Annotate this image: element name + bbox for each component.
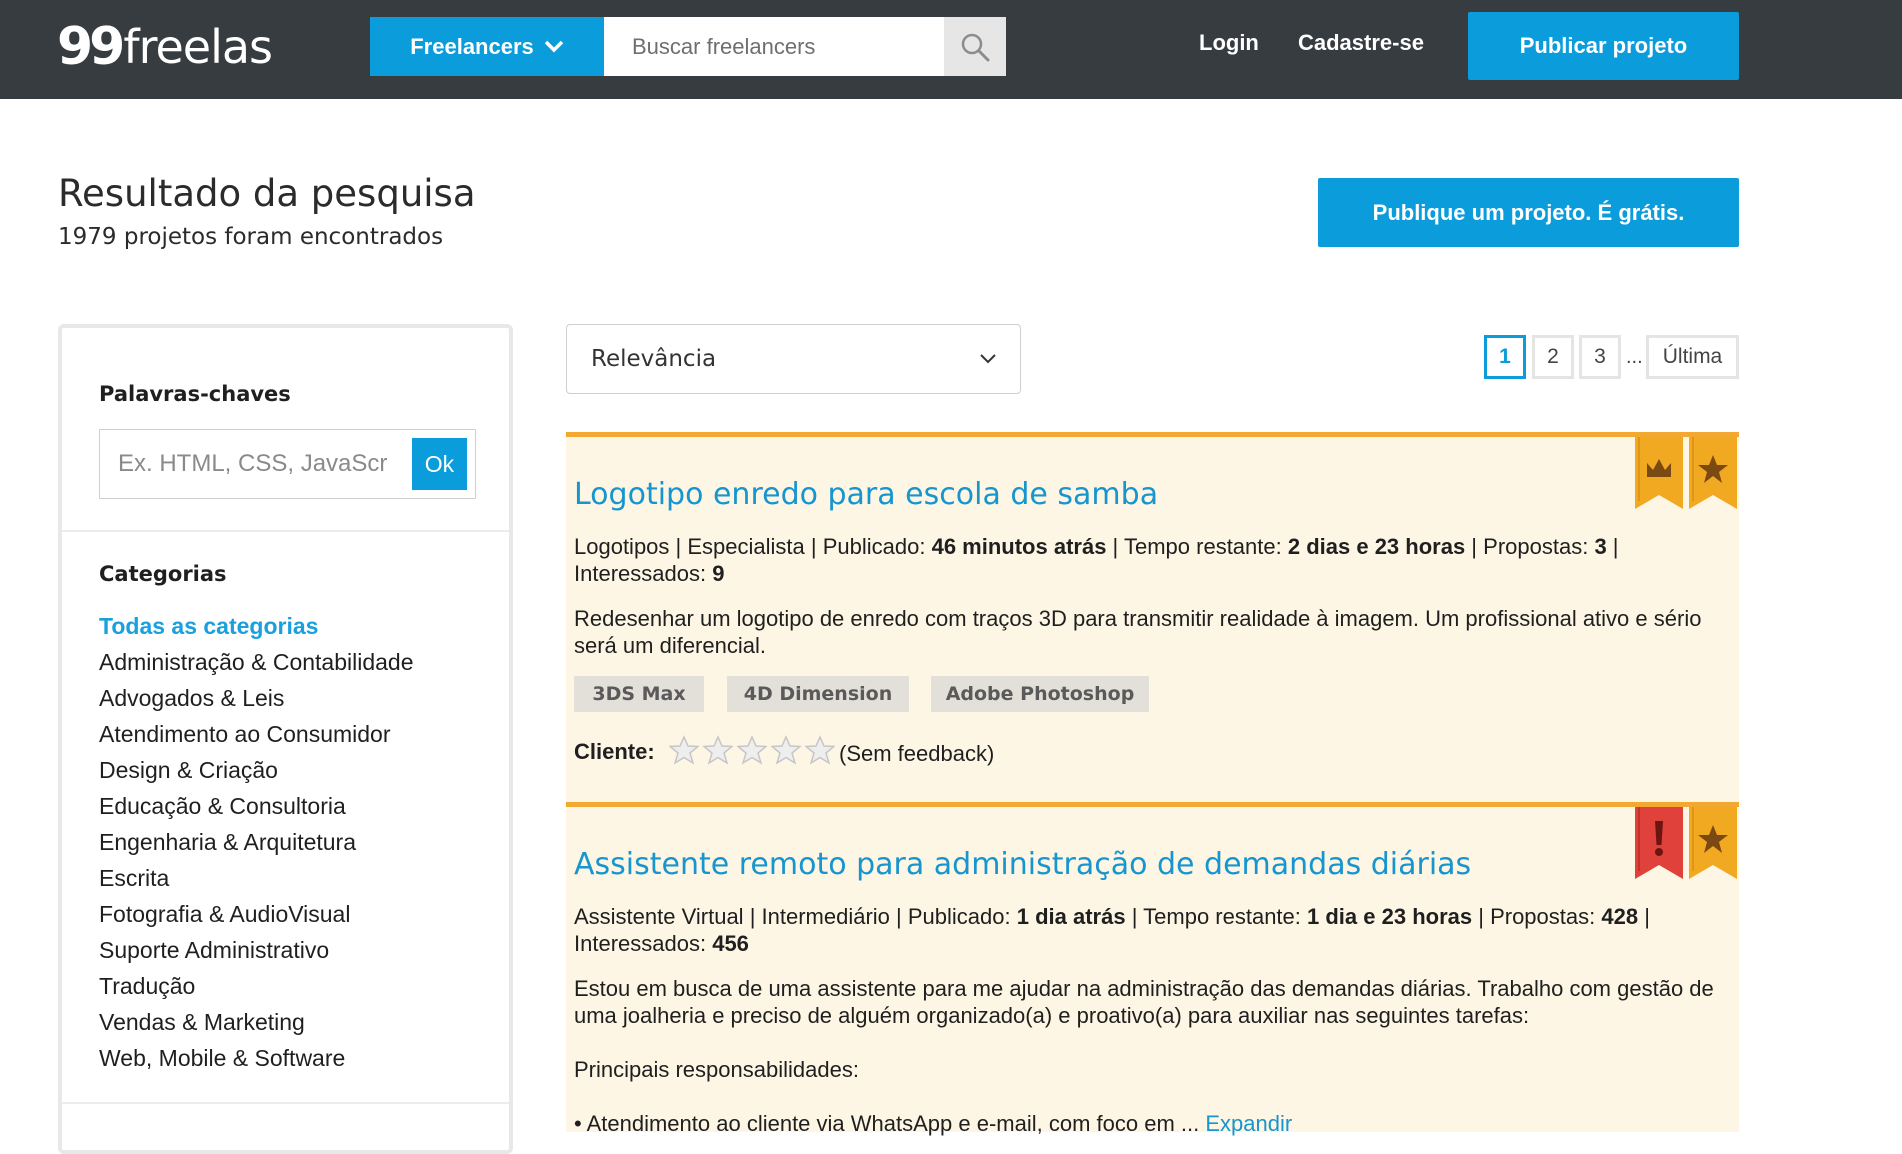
login-link[interactable]: Login	[1199, 30, 1259, 56]
proposals-label: Propostas:	[1483, 534, 1589, 559]
crown-icon	[1635, 437, 1683, 509]
project-category[interactable]: Assistente Virtual	[574, 904, 744, 929]
page-title: Resultado da pesquisa	[58, 172, 476, 215]
project-title-link[interactable]: Assistente remoto para administração de …	[574, 847, 1471, 882]
keywords-box: Ok	[99, 429, 476, 499]
category-list: Todas as categorias Administração & Cont…	[99, 608, 414, 1076]
project-description-subheading: Principais responsabilidades:	[574, 1057, 859, 1082]
star-empty-icon	[703, 735, 733, 765]
project-title-link[interactable]: Logotipo enredo para escola de samba	[574, 477, 1158, 512]
category-atendimento[interactable]: Atendimento ao Consumidor	[99, 716, 414, 752]
published-label: Publicado:	[907, 904, 1011, 929]
interested-value: 9	[712, 561, 725, 586]
sidebar-divider	[62, 1102, 509, 1104]
page-3-button[interactable]: 3	[1579, 335, 1621, 379]
remaining-value: 2 dias e 23 horas	[1287, 534, 1466, 559]
remaining-label: Tempo restante:	[1123, 534, 1282, 559]
page-last-button[interactable]: Última	[1646, 335, 1739, 379]
project-category[interactable]: Logotipos	[574, 534, 669, 559]
category-engenharia[interactable]: Engenharia & Arquitetura	[99, 824, 414, 860]
interested-value: 456	[712, 931, 749, 956]
star-empty-icon	[737, 735, 767, 765]
remaining-value: 1 dia e 23 horas	[1307, 904, 1473, 929]
search-icon	[961, 33, 990, 61]
category-administracao[interactable]: Administração & Contabilidade	[99, 644, 414, 680]
star-empty-icon	[669, 735, 699, 765]
category-design[interactable]: Design & Criação	[99, 752, 414, 788]
category-suporte[interactable]: Suporte Administrativo	[99, 932, 414, 968]
category-web[interactable]: Web, Mobile & Software	[99, 1040, 414, 1076]
keywords-input[interactable]	[100, 430, 405, 498]
client-rating	[669, 735, 835, 765]
star-icon	[1689, 437, 1737, 509]
published-value: 1 dia atrás	[1016, 904, 1126, 929]
category-fotografia[interactable]: Fotografia & AudioVisual	[99, 896, 414, 932]
client-label: Cliente:	[574, 739, 655, 764]
logo-99: 99	[57, 17, 125, 77]
sort-selected-value: Relevância	[591, 346, 717, 372]
client-feedback-text: (Sem feedback)	[839, 741, 995, 766]
project-description: Estou em busca de uma assistente para me…	[574, 976, 1714, 1028]
project-description: Redesenhar um logotipo de enredo com tra…	[574, 606, 1702, 658]
category-traducao[interactable]: Tradução	[99, 968, 414, 1004]
keywords-ok-button[interactable]: Ok	[412, 438, 467, 490]
star-empty-icon	[805, 735, 835, 765]
freelancers-dropdown-button[interactable]: Freelancers	[370, 17, 604, 76]
project-description-bullet: • Atendimento ao cliente via WhatsApp e …	[574, 1111, 1200, 1136]
categories-heading: Categorias	[99, 562, 227, 586]
project-meta: Assistente Virtual | Intermediário | Pub…	[574, 904, 1650, 956]
remaining-label: Tempo restante:	[1143, 904, 1301, 929]
chevron-down-icon	[980, 354, 996, 364]
page-1-button[interactable]: 1	[1484, 335, 1526, 379]
interested-label: Interessados:	[574, 561, 707, 586]
chevron-down-icon	[544, 40, 564, 52]
project-description-excerpt: • Atendimento ao cliente via WhatsApp e …	[574, 1110, 1724, 1137]
skill-tag[interactable]: 3DS Max	[574, 676, 704, 712]
page-2-button[interactable]: 2	[1532, 335, 1574, 379]
search-freelancers-input[interactable]	[604, 17, 944, 76]
proposals-label: Propostas:	[1490, 904, 1596, 929]
skill-tag[interactable]: Adobe Photoshop	[931, 676, 1149, 712]
sort-select[interactable]: Relevância	[566, 324, 1021, 394]
logo-freelas: freelas	[123, 20, 273, 74]
freelancers-label: Freelancers	[410, 33, 534, 59]
publish-free-button[interactable]: Publique um projeto. É grátis.	[1318, 178, 1739, 247]
expand-link[interactable]: Expandir	[1205, 1111, 1292, 1136]
signup-link[interactable]: Cadastre-se	[1298, 30, 1424, 56]
category-educacao[interactable]: Educação & Consultoria	[99, 788, 414, 824]
keywords-heading: Palavras-chaves	[99, 382, 291, 406]
project-card: Logotipo enredo para escola de samba Log…	[566, 432, 1739, 804]
filter-sidebar: Palavras-chaves Ok Categorias Todas as c…	[58, 324, 513, 1154]
project-level: Intermediário	[761, 904, 890, 929]
top-navbar: 99 freelas Freelancers Login Cadastre-se…	[0, 0, 1902, 99]
category-advogados[interactable]: Advogados & Leis	[99, 680, 414, 716]
category-vendas[interactable]: Vendas & Marketing	[99, 1004, 414, 1040]
star-empty-icon	[771, 735, 801, 765]
pagination-ellipsis: ...	[1626, 346, 1643, 368]
proposals-value: 3	[1594, 534, 1607, 559]
project-meta: Logotipos | Especialista | Publicado: 46…	[574, 534, 1619, 586]
category-escrita[interactable]: Escrita	[99, 860, 414, 896]
published-label: Publicado:	[822, 534, 926, 559]
publish-project-button[interactable]: Publicar projeto	[1468, 12, 1739, 80]
project-level: Especialista	[687, 534, 805, 559]
brand-logo[interactable]: 99 freelas	[57, 16, 273, 78]
result-count: 1979 projetos foram encontrados	[58, 224, 444, 250]
star-icon	[1689, 807, 1737, 879]
project-card: Assistente remoto para administração de …	[566, 802, 1739, 1136]
category-all[interactable]: Todas as categorias	[99, 608, 414, 644]
exclamation-icon	[1635, 807, 1683, 879]
sidebar-divider	[62, 530, 509, 532]
search-button[interactable]	[944, 17, 1006, 76]
proposals-value: 428	[1601, 904, 1639, 929]
interested-label: Interessados:	[574, 931, 707, 956]
skill-tag[interactable]: 4D Dimension	[727, 676, 909, 712]
published-value: 46 minutos atrás	[931, 534, 1107, 559]
